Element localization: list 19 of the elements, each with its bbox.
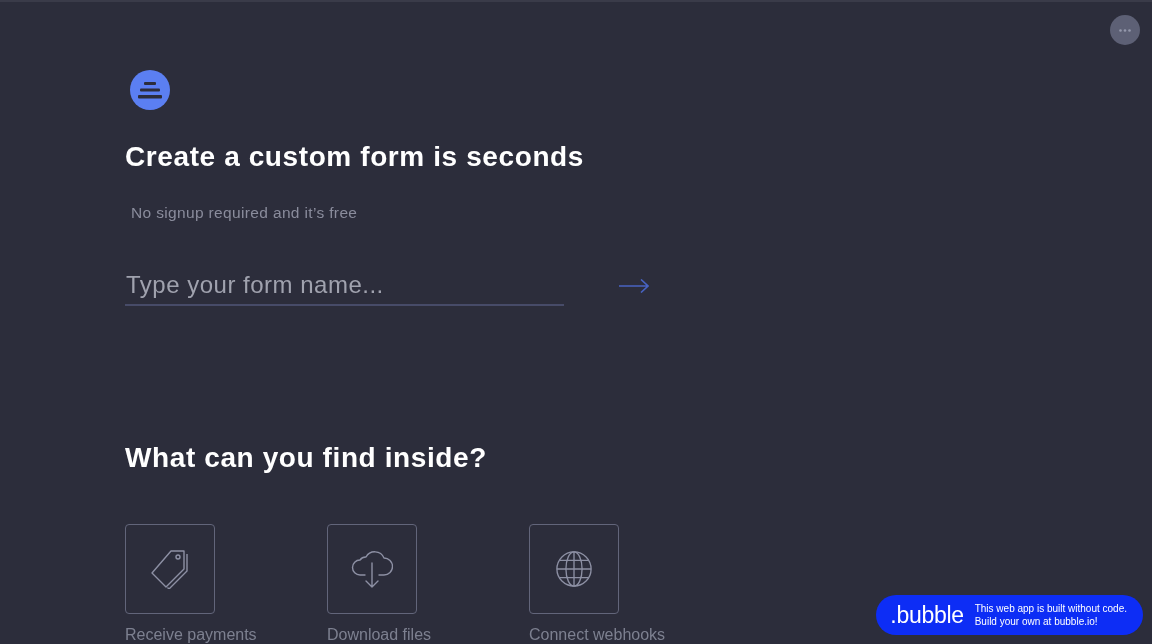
- logo-icon: [130, 70, 170, 110]
- hero-subtitle: No signup required and it’s free: [131, 203, 358, 223]
- badge-text: Build your own at bubble.io!: [974, 615, 1099, 628]
- ellipsis-icon: [1119, 28, 1131, 32]
- features-title: What can you find inside?: [125, 441, 487, 475]
- bubble-logo: .bubble: [890, 601, 964, 629]
- feature-label: Receive payments: [125, 626, 257, 643]
- tag-icon: [150, 549, 190, 589]
- cloud-download-icon: [351, 549, 393, 589]
- globe-icon: [555, 550, 593, 588]
- arrow-right-icon: [619, 279, 649, 293]
- hero-title: Create a custom form is seconds: [125, 140, 584, 174]
- feature-label: Download files: [327, 626, 432, 643]
- badge-text: This web app is built without code.: [974, 602, 1127, 615]
- submit-button[interactable]: [619, 279, 649, 293]
- form-name-input[interactable]: Type your form name...: [125, 266, 564, 306]
- more-button[interactable]: [1110, 15, 1140, 45]
- bubble-badge[interactable]: .bubble This web app is built without code. Build your own at bubble.io!: [876, 595, 1143, 635]
- feature-label: Connect webhooks: [529, 626, 666, 643]
